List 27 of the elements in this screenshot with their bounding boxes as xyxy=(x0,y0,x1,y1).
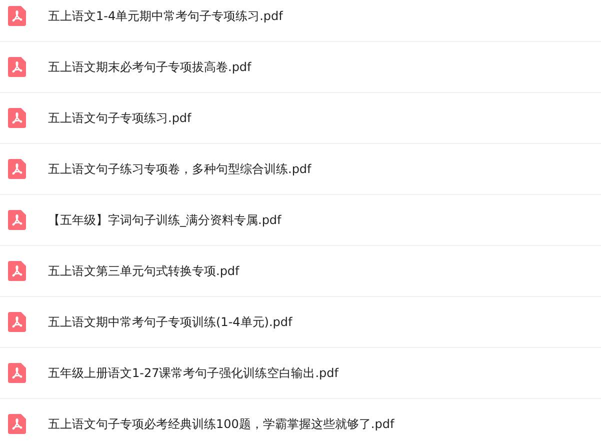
file-name: 五上语文句子专项练习.pdf xyxy=(48,110,192,126)
pdf-file-icon xyxy=(8,363,26,383)
file-row[interactable]: 五年级上册语文1-27课常考句子强化训练空白输出.pdf xyxy=(0,348,601,399)
file-name: 五上语文期末必考句子专项拔高卷.pdf xyxy=(48,58,252,76)
file-name: 【五年级】字词句子训练_满分资料专属.pdf xyxy=(48,212,282,228)
pdf-file-icon xyxy=(8,57,26,77)
file-row[interactable]: 五上语文第三单元句式转换专项.pdf xyxy=(0,246,601,297)
file-name: 五上语文句子专项必考经典训练100题，学霸掌握这些就够了.pdf xyxy=(48,416,394,432)
file-row[interactable]: 【五年级】字词句子训练_满分资料专属.pdf xyxy=(0,195,601,246)
pdf-file-icon xyxy=(8,261,26,281)
file-name: 五上语文1-4单元期中常考句子专项练习.pdf xyxy=(48,8,283,24)
pdf-file-icon xyxy=(8,414,26,434)
pdf-file-icon xyxy=(8,108,26,128)
pdf-file-icon xyxy=(8,312,26,332)
pdf-file-icon xyxy=(8,159,26,179)
file-row[interactable]: 五上语文句子练习专项卷，多种句型综合训练.pdf xyxy=(0,144,601,195)
file-name: 五上语文第三单元句式转换专项.pdf xyxy=(48,262,240,280)
file-row[interactable]: 五上语文期中常考句子专项训练(1-4单元).pdf xyxy=(0,297,601,348)
pdf-file-icon xyxy=(8,210,26,230)
file-name: 五上语文期中常考句子专项训练(1-4单元).pdf xyxy=(48,314,292,330)
file-name: 五年级上册语文1-27课常考句子强化训练空白输出.pdf xyxy=(48,364,339,382)
file-row[interactable]: 五上语文1-4单元期中常考句子专项练习.pdf xyxy=(0,0,601,42)
file-name: 五上语文句子练习专项卷，多种句型综合训练.pdf xyxy=(48,160,312,178)
file-row[interactable]: 五上语文句子专项练习.pdf xyxy=(0,93,601,144)
file-row[interactable]: 五上语文期末必考句子专项拔高卷.pdf xyxy=(0,42,601,93)
file-row[interactable]: 五上语文句子专项必考经典训练100题，学霸掌握这些就够了.pdf xyxy=(0,399,601,441)
pdf-file-icon xyxy=(8,6,26,26)
